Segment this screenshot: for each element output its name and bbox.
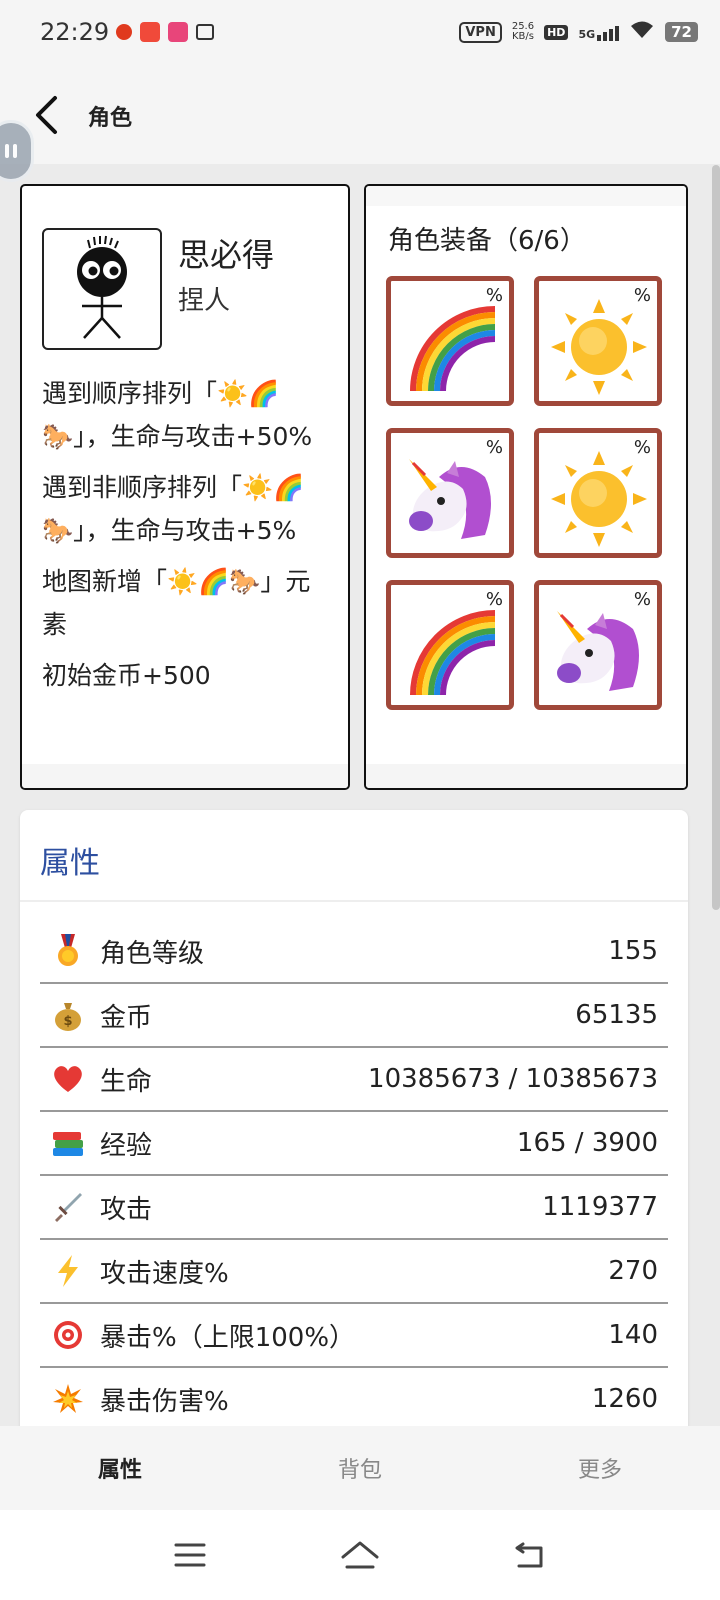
attribute-row-attack: 攻击 1119377 bbox=[40, 1176, 668, 1240]
rainbow-icon bbox=[410, 306, 496, 392]
app-notification-icon bbox=[140, 22, 160, 42]
home-button[interactable] bbox=[330, 1525, 390, 1585]
back-nav-button[interactable] bbox=[500, 1525, 560, 1585]
equipment-slot[interactable]: % bbox=[534, 428, 662, 558]
target-icon bbox=[50, 1317, 86, 1353]
heart-icon bbox=[50, 1061, 86, 1097]
attribute-row-exp: 经验 165 / 3900 bbox=[40, 1112, 668, 1176]
equipment-slot[interactable]: % bbox=[386, 580, 514, 710]
page-title: 角色 bbox=[88, 106, 133, 131]
stick-figure-icon bbox=[77, 235, 127, 339]
character-card: 思必得 捏人 遇到顺序排列「☀️🌈🐎」，生命与攻击+50% 遇到非顺序排列「☀️… bbox=[20, 184, 350, 790]
rainbow-icon bbox=[410, 610, 496, 696]
equipment-card: 角色装备（6/6） % % % % % % bbox=[364, 184, 688, 790]
svg-text:$: $ bbox=[63, 1014, 72, 1029]
books-icon bbox=[50, 1125, 86, 1161]
skill-item: 初始金币+500 bbox=[42, 661, 211, 690]
hd-indicator: HD bbox=[544, 24, 569, 40]
equipment-slot[interactable]: % bbox=[534, 580, 662, 710]
equipment-slot[interactable]: % bbox=[386, 428, 514, 558]
tab-backpack[interactable]: 背包 bbox=[240, 1426, 480, 1510]
character-avatar bbox=[42, 228, 162, 350]
status-time: 22:29 bbox=[40, 18, 110, 46]
lightning-icon bbox=[50, 1253, 86, 1289]
skill-item: 遇到顺序排列「☀️🌈🐎」，生命与攻击+50% bbox=[42, 379, 313, 451]
app-notification-icon bbox=[116, 24, 132, 40]
attribute-row-crit-rate: 暴击%（上限100%） 140 bbox=[40, 1304, 668, 1368]
network-speed: 25.6 KB/s bbox=[511, 21, 535, 42]
main-content: 思必得 捏人 遇到顺序排列「☀️🌈🐎」，生命与攻击+50% 遇到非顺序排列「☀️… bbox=[0, 164, 720, 1426]
skill-list: 遇到顺序排列「☀️🌈🐎」，生命与攻击+50% 遇到非顺序排列「☀️🌈🐎」，生命与… bbox=[42, 372, 332, 705]
menu-button[interactable] bbox=[160, 1525, 220, 1585]
back-button[interactable] bbox=[26, 90, 66, 140]
character-name: 思必得 bbox=[178, 236, 275, 274]
bottom-tab-bar: 属性 背包 更多 bbox=[0, 1426, 720, 1510]
dagger-icon bbox=[50, 1189, 86, 1225]
vpn-indicator: VPN bbox=[459, 21, 502, 43]
cellular-signal-icon: 5G bbox=[578, 23, 620, 41]
app-bar: 角色 bbox=[0, 68, 720, 164]
equipment-grid: % % % % % % bbox=[386, 276, 662, 710]
menu-icon bbox=[174, 1543, 206, 1567]
tab-attributes[interactable]: 属性 bbox=[0, 1426, 240, 1510]
character-type: 捏人 bbox=[178, 286, 231, 316]
skill-item: 地图新增「☀️🌈🐎」元素 bbox=[42, 567, 311, 639]
notification-icons bbox=[116, 22, 214, 42]
medal-icon bbox=[50, 933, 86, 969]
status-bar: 22:29 VPN 25.6 KB/s HD 5G 72 bbox=[0, 0, 720, 68]
back-arrow-icon bbox=[36, 96, 57, 134]
equipment-slot[interactable]: % bbox=[534, 276, 662, 406]
scrollbar[interactable] bbox=[712, 165, 720, 910]
equipment-title: 角色装备（6/6） bbox=[388, 226, 586, 256]
attributes-title: 属性 bbox=[40, 846, 100, 881]
unicorn-icon bbox=[557, 611, 639, 691]
attributes-card: 属性 角色等级 155 $ 金币 65135 生命 10385673 / 103… bbox=[20, 810, 688, 1426]
unicorn-icon bbox=[409, 459, 491, 539]
app-notification-icon bbox=[168, 22, 188, 42]
floating-pause-button[interactable] bbox=[0, 120, 34, 182]
skill-item: 遇到非顺序排列「☀️🌈🐎」，生命与攻击+5% bbox=[42, 473, 305, 545]
attributes-list: 角色等级 155 $ 金币 65135 生命 10385673 / 103856… bbox=[40, 920, 668, 1426]
equipment-slot[interactable]: % bbox=[386, 276, 514, 406]
attribute-row-hp: 生命 10385673 / 10385673 bbox=[40, 1048, 668, 1112]
money-bag-icon: $ bbox=[50, 997, 86, 1033]
app-notification-icon bbox=[196, 24, 214, 40]
return-icon bbox=[515, 1542, 543, 1568]
wifi-icon bbox=[629, 20, 655, 44]
attribute-row-level: 角色等级 155 bbox=[40, 920, 668, 984]
attribute-row-attack-speed: 攻击速度% 270 bbox=[40, 1240, 668, 1304]
battery-indicator: 72 bbox=[665, 22, 698, 42]
attribute-row-crit-damage: 暴击伤害% 1260 bbox=[40, 1368, 668, 1426]
sun-icon bbox=[551, 451, 647, 547]
home-icon bbox=[341, 1541, 379, 1569]
system-nav-bar bbox=[0, 1510, 720, 1600]
sun-icon bbox=[551, 299, 647, 395]
attribute-row-gold: $ 金币 65135 bbox=[40, 984, 668, 1048]
tab-more[interactable]: 更多 bbox=[480, 1426, 720, 1510]
explosion-icon bbox=[50, 1381, 86, 1417]
